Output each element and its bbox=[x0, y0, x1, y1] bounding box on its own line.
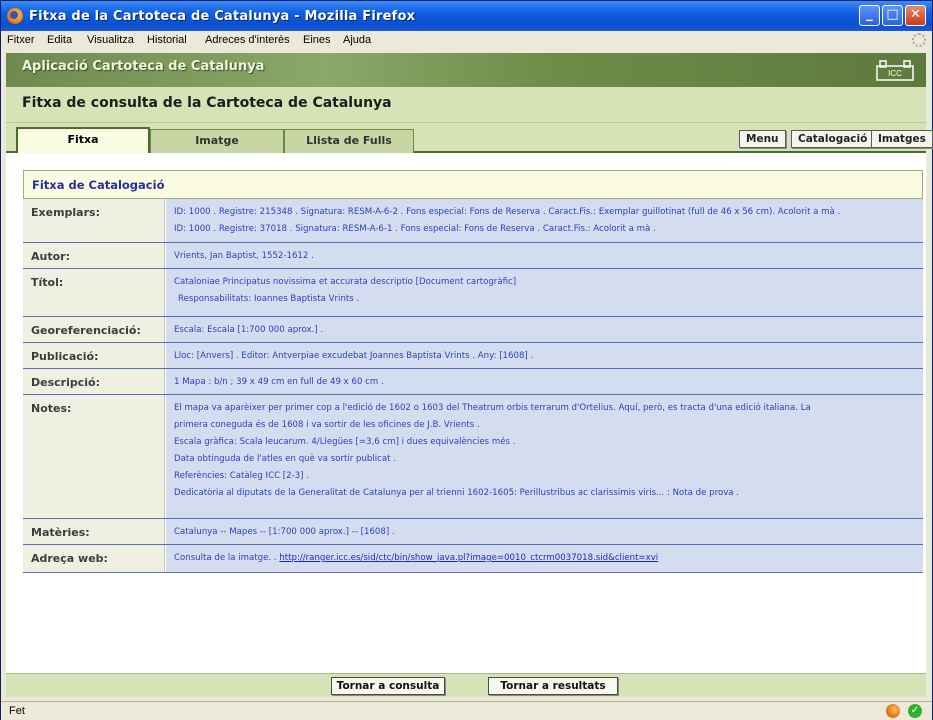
app-header: Aplicació Cartoteca de Catalunya ICC bbox=[6, 53, 926, 87]
field-label: Notes: bbox=[23, 395, 165, 518]
menu-eines[interactable]: Eines bbox=[303, 34, 331, 46]
title-bar: Fitxa de la Cartoteca de Catalunya - Moz… bbox=[1, 1, 932, 31]
field-value: Lloc: [Anvers] . Editor: Antverpiae excu… bbox=[166, 343, 923, 368]
image-link[interactable]: http://ranger.icc.es/sid/ctc/bin/show_ja… bbox=[279, 553, 658, 563]
field-value: Catalunya -- Mapes -- [1:700 000 aprox.]… bbox=[166, 519, 923, 544]
value-line: Consulta de la imatge. . http://ranger.i… bbox=[174, 550, 915, 567]
card-row: Georeferenciació: Escala: Escala [1:700 0… bbox=[23, 317, 923, 343]
tab-fitxa[interactable]: Fitxa bbox=[16, 127, 150, 153]
card-row: Descripció: 1 Mapa : b/n ; 39 x 49 cm en … bbox=[23, 369, 923, 395]
menu-adreces[interactable]: Adreces d'interès bbox=[205, 34, 290, 46]
field-label: Georeferenciació: bbox=[23, 317, 165, 342]
tab-imatge[interactable]: Imatge bbox=[150, 129, 284, 153]
app-name: Aplicació Cartoteca de Catalunya bbox=[22, 59, 265, 74]
field-label: Publicació: bbox=[23, 343, 165, 368]
firefox-icon bbox=[7, 8, 23, 24]
card-row: Publicació: Lloc: [Anvers] . Editor: Antv… bbox=[23, 343, 923, 369]
browser-window: Fitxa de la Cartoteca de Catalunya - Moz… bbox=[0, 0, 933, 720]
value-line: Catalunya -- Mapes -- [1:700 000 aprox.]… bbox=[174, 527, 395, 537]
card-row: Autor: Vrients, Jan Baptist, 1552-1612 . bbox=[23, 243, 923, 269]
value-line: Lloc: [Anvers] . Editor: Antverpiae excu… bbox=[174, 351, 534, 361]
status-text: Fet bbox=[9, 705, 25, 717]
value-line: ID: 1000 . Registre: 215348 . Signatura:… bbox=[174, 207, 841, 217]
value-line: ID: 1000 . Registre: 37018 . Signatura: … bbox=[174, 224, 656, 234]
value-line: Dedicatòria al diputats de la Generalita… bbox=[174, 488, 740, 498]
field-value: Cataloniae Principatus novissima et accu… bbox=[166, 269, 923, 316]
throbber-icon bbox=[912, 33, 926, 47]
catalogacio-button[interactable]: Catalogació bbox=[791, 130, 875, 148]
maximize-button[interactable]: □ bbox=[882, 5, 903, 26]
field-label: Exemplars: bbox=[23, 199, 165, 242]
field-label: Adreça web: bbox=[23, 545, 165, 572]
icc-logo-icon: ICC bbox=[876, 59, 914, 86]
value-line: Data obtinguda de l'atles en què va sort… bbox=[174, 454, 396, 464]
firefox-status-icon bbox=[886, 704, 900, 718]
value-line: 1 Mapa : b/n ; 39 x 49 cm en full de 49 … bbox=[174, 377, 384, 387]
field-value: Consulta de la imatge. . http://ranger.i… bbox=[166, 545, 923, 572]
tornar-consulta-button[interactable]: Tornar a consulta bbox=[331, 677, 445, 695]
menu-ajuda[interactable]: Ajuda bbox=[343, 34, 371, 46]
value-line: Escala gràfica: Scala leucarum. 4/Llegüe… bbox=[174, 437, 516, 447]
menu-historial[interactable]: Historial bbox=[147, 34, 187, 46]
card-row: Adreça web: Consulta de la imatge. . http… bbox=[23, 545, 923, 573]
value-line: Referències: Catàleg ICC [2-3] . bbox=[174, 471, 310, 481]
bottom-bar: Tornar a consulta Tornar a resultats bbox=[6, 673, 926, 697]
field-label: Autor: bbox=[23, 243, 165, 268]
field-value: 1 Mapa : b/n ; 39 x 49 cm en full de 49 … bbox=[166, 369, 923, 394]
menu-bar: Fitxer Edita Visualitza Historial Adrece… bbox=[1, 31, 932, 49]
ok-status-icon: ✓ bbox=[908, 704, 922, 718]
minimize-button[interactable]: _ bbox=[859, 5, 880, 26]
menu-button[interactable]: Menu bbox=[739, 130, 786, 148]
close-button[interactable]: ✕ bbox=[905, 5, 926, 26]
tab-llista-fulls[interactable]: Llista de Fulls bbox=[284, 129, 414, 153]
content-area: Fitxa de Catalogació Exemplars: ID: 1000 … bbox=[6, 153, 926, 673]
value-line: Escala: Escala [1:700 000 aprox.] . bbox=[174, 325, 324, 335]
field-label: Matèries: bbox=[23, 519, 165, 544]
card-row: Títol: Cataloniae Principatus novissima e… bbox=[23, 269, 923, 317]
value-line: Responsabilitats: Ioannes Baptista Vrint… bbox=[178, 294, 360, 304]
field-value: El mapa va aparèixer per primer cop a l'… bbox=[166, 395, 923, 518]
field-label: Descripció: bbox=[23, 369, 165, 394]
card-row: Matèries: Catalunya -- Mapes -- [1:700 00… bbox=[23, 519, 923, 545]
imatges-button[interactable]: Imatges bbox=[871, 130, 933, 148]
page-title: Fitxa de consulta de la Cartoteca de Cat… bbox=[22, 95, 392, 111]
page-header: Fitxa de consulta de la Cartoteca de Cat… bbox=[6, 87, 926, 123]
field-value: ID: 1000 . Registre: 215348 . Signatura:… bbox=[166, 199, 923, 242]
card-header: Fitxa de Catalogació bbox=[23, 170, 923, 199]
card-row: Notes: El mapa va aparèixer per primer co… bbox=[23, 395, 923, 519]
tab-bar: Fitxa Imatge Llista de Fulls Menu Catalo… bbox=[6, 123, 933, 153]
menu-visualitza[interactable]: Visualitza bbox=[87, 34, 134, 46]
window-title: Fitxa de la Cartoteca de Catalunya - Moz… bbox=[29, 9, 416, 24]
menu-fitxer[interactable]: Fitxer bbox=[7, 34, 35, 46]
logo-text: ICC bbox=[888, 69, 902, 78]
menu-edita[interactable]: Edita bbox=[47, 34, 72, 46]
tornar-resultats-button[interactable]: Tornar a resultats bbox=[488, 677, 618, 695]
value-line: Vrients, Jan Baptist, 1552-1612 . bbox=[174, 251, 314, 261]
value-line: El mapa va aparèixer per primer cop a l'… bbox=[174, 403, 811, 413]
value-line: primera coneguda és de 1608 i va sortir … bbox=[174, 420, 480, 430]
card-title: Fitxa de Catalogació bbox=[32, 178, 165, 192]
field-value: Vrients, Jan Baptist, 1552-1612 . bbox=[166, 243, 923, 268]
card-row: Exemplars: ID: 1000 . Registre: 215348 . … bbox=[23, 199, 923, 243]
field-label: Títol: bbox=[23, 269, 165, 316]
field-value: Escala: Escala [1:700 000 aprox.] . bbox=[166, 317, 923, 342]
status-bar: Fet ✓ bbox=[1, 701, 932, 720]
value-text: Consulta de la imatge. . bbox=[174, 553, 280, 563]
value-line: Cataloniae Principatus novissima et accu… bbox=[174, 277, 517, 287]
